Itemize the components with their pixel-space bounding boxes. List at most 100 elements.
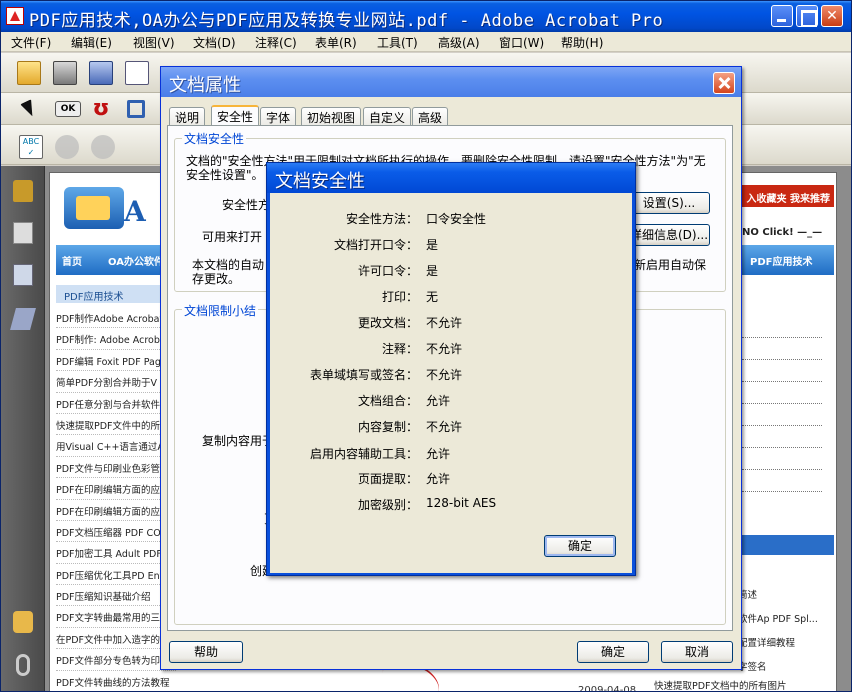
divider xyxy=(742,381,822,382)
pages-icon[interactable] xyxy=(13,222,33,244)
permissions-password-label: 许可口令： xyxy=(357,264,418,278)
security-lock-icon[interactable] xyxy=(13,180,33,202)
site-right-column: 简述 软件Ap PDF Spl... 配置详细教程 字签名 xyxy=(738,303,834,691)
list-item: 配置详细教程 xyxy=(738,638,796,649)
back-icon[interactable] xyxy=(55,135,79,159)
link-tool-icon[interactable]: ʊ xyxy=(89,97,113,121)
divider xyxy=(742,425,822,426)
forward-icon[interactable] xyxy=(91,135,115,159)
site-nav-pdf: PDF应用技术 xyxy=(750,257,813,268)
settings-button[interactable]: 设置(S)... xyxy=(628,192,710,214)
divider xyxy=(742,447,822,448)
window-close-button[interactable]: ✕ xyxy=(821,5,843,27)
attachments-paperclip-icon[interactable] xyxy=(16,654,30,676)
properties-ok-button[interactable]: 确定 xyxy=(577,641,649,663)
window-title: PDF应用技术,OA办公与PDF应用及转换专业网站.pdf - Adobe Ac… xyxy=(29,11,664,31)
page-extraction-label: 页面提取： xyxy=(357,472,418,486)
menu-advanced[interactable]: 高级(A) xyxy=(438,34,480,51)
menu-help[interactable]: 帮助(H) xyxy=(561,34,603,51)
site-favorites-banner: 入收藏夹 我来推荐 xyxy=(740,185,834,207)
comments-icon[interactable] xyxy=(13,611,33,633)
bookmarks-icon[interactable] xyxy=(13,264,33,286)
tab-initial-view[interactable]: 初始视图 xyxy=(301,107,362,125)
site-logo-text: A xyxy=(124,195,146,228)
menu-forms[interactable]: 表单(R) xyxy=(315,34,357,51)
spell-check-icon[interactable]: ABC ✓ xyxy=(19,135,43,159)
list-item: 软件Ap PDF Spl... xyxy=(738,614,818,625)
open-folder-icon[interactable] xyxy=(17,61,41,85)
crop-tool-icon[interactable] xyxy=(127,100,145,118)
list-item: 简单PDF分割合并助于V xyxy=(56,371,176,393)
window-titlebar[interactable]: PDF应用技术,OA办公与PDF应用及转换专业网站.pdf - Adobe Ac… xyxy=(1,1,851,32)
tab-fonts[interactable]: 字体 xyxy=(260,107,297,125)
details-button[interactable]: 详细信息(D)... xyxy=(628,224,710,246)
permissions-password-value: 是 xyxy=(426,264,439,278)
ok-stamp-icon[interactable]: OK xyxy=(55,101,81,117)
divider xyxy=(742,403,822,404)
encryption-level-label: 加密级别： xyxy=(357,498,418,512)
security-dialog-titlebar[interactable]: 文档安全性 xyxy=(267,163,635,193)
list-item: PDF文字转曲最常用的三 xyxy=(56,606,176,628)
help-button[interactable]: 帮助 xyxy=(169,641,243,663)
select-tool-icon[interactable] xyxy=(20,99,38,119)
printing-label: 打印： xyxy=(381,290,418,304)
maximize-button[interactable] xyxy=(796,5,818,27)
list-item: 快速提取PDF文件中的所 xyxy=(56,414,176,436)
security-dialog-body: 安全性方法： 口令安全性 文档打开口令： 是 许可口令： 是 打印： 无 更改文… xyxy=(270,193,632,573)
dialog-title: 文档属性 xyxy=(169,75,241,96)
menu-window[interactable]: 窗口(W) xyxy=(499,34,544,51)
divider xyxy=(742,491,822,492)
save-icon[interactable] xyxy=(89,61,113,85)
list-item: PDF文件部分专色转为印 xyxy=(56,649,176,671)
tab-security[interactable]: 安全性 xyxy=(211,105,260,126)
divider xyxy=(742,337,822,338)
properties-cancel-button[interactable]: 取消 xyxy=(661,641,733,663)
menu-view[interactable]: 视图(V) xyxy=(133,34,175,51)
commenting-value: 不允许 xyxy=(426,342,463,356)
tab-custom[interactable]: 自定义 xyxy=(363,107,412,125)
dialog-titlebar[interactable]: 文档属性 xyxy=(161,67,741,97)
content-copying-value: 不允许 xyxy=(426,420,463,434)
signatures-icon[interactable] xyxy=(10,308,36,330)
list-item: PDF在印刷编辑方面的应 xyxy=(56,478,176,500)
printing-value: 无 xyxy=(426,290,439,304)
security-dialog-title: 文档安全性 xyxy=(275,171,365,192)
menu-edit[interactable]: 编辑(E) xyxy=(71,34,112,51)
tab-description[interactable]: 说明 xyxy=(169,107,206,125)
minimize-button[interactable] xyxy=(771,5,793,27)
acrobat-app-icon xyxy=(6,7,24,25)
list-item: PDF在印刷编辑方面的应 xyxy=(56,500,176,521)
tab-advanced[interactable]: 高级 xyxy=(412,107,449,125)
changing-document-value: 不允许 xyxy=(426,316,463,330)
document-security-dialog: 文档安全性 安全性方法： 口令安全性 文档打开口令： 是 许可口令： 是 打印：… xyxy=(266,162,636,576)
copy-content-label: 复制内容用于 xyxy=(202,434,275,448)
navigation-panel xyxy=(1,166,45,691)
list-item: PDF压缩知识基础介绍 xyxy=(56,585,176,607)
list-item: PDF编辑 Foxit PDF Page xyxy=(56,350,176,372)
site-logo-folder-icon xyxy=(64,187,124,229)
dialog-close-button[interactable] xyxy=(713,72,735,94)
site-noclick-text: NO Click! —_— xyxy=(742,227,823,238)
list-item: 快速提取PDF文档中的所有图片 xyxy=(654,681,787,692)
menu-file[interactable]: 文件(F) xyxy=(11,34,51,51)
auto-save-text-2: 存更改。 xyxy=(192,272,241,286)
group-title-restrictions: 文档限制小结 xyxy=(182,302,259,319)
email-icon[interactable] xyxy=(125,61,149,85)
list-item: 用Visual C++语言通过Ad xyxy=(56,435,176,457)
list-item: PDF任意分割与合并软件 xyxy=(56,393,176,414)
article-date: 2009-04-08 xyxy=(578,685,637,692)
divider xyxy=(742,359,822,360)
encryption-level-value: 128-bit AES xyxy=(426,496,497,510)
group-title-security: 文档安全性 xyxy=(182,130,247,147)
commenting-label: 注释： xyxy=(381,342,418,356)
form-fill-label: 表单域填写或签名： xyxy=(309,368,418,382)
menu-tools[interactable]: 工具(T) xyxy=(377,34,418,51)
security-ok-button[interactable]: 确定 xyxy=(544,535,616,557)
site-article-list: PDF制作Adobe Acrobat S PDF制作: Adobe Acroba… xyxy=(56,307,176,691)
menu-comments[interactable]: 注释(C) xyxy=(255,34,297,51)
menu-document[interactable]: 文档(D) xyxy=(193,34,236,51)
site-nav-home: 首页 xyxy=(62,257,82,268)
print-icon[interactable] xyxy=(53,61,77,85)
document-assembly-value: 允许 xyxy=(426,394,451,408)
list-item: PDF制作Adobe Acrobat S xyxy=(56,307,176,329)
